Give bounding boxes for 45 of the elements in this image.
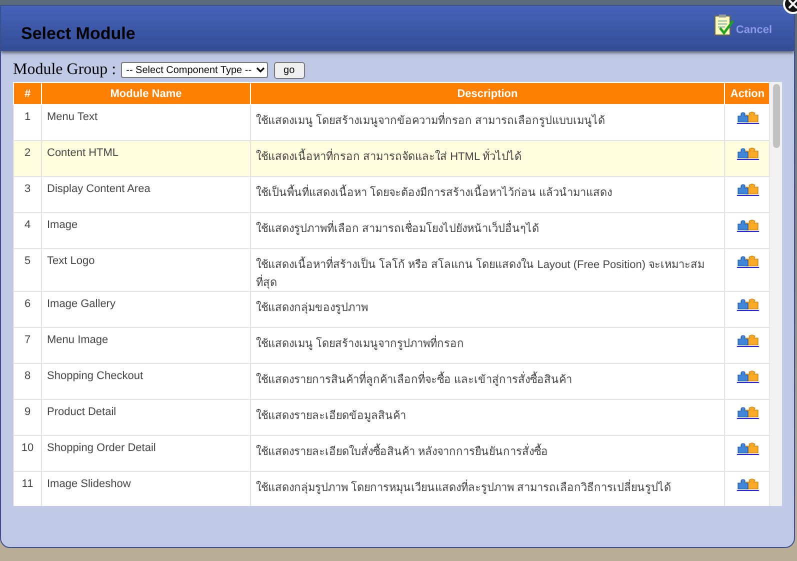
add-module-link[interactable] [736,255,758,268]
module-group-label: Module Group : [13,61,116,79]
add-module-link[interactable] [736,478,758,491]
table-row[interactable]: 11 Image Slideshow ใช้แสดงกลุ่มรูปภาพ โดยการหมุนเวียนแสดงที่ละรูปภาพ สามารถเลือกวิธีการเปลี่ยนรูปได้ [14,472,770,506]
table-row[interactable]: 10 Shopping Order Detail ใช้แสดงรายละเอียดใบสั่งซื้อสินค้า หลังจากการยืนยันการสั่งซื้อ [14,436,770,472]
highlighted-row[interactable]: 2 Content HTML ใช้แสดงเนื้อหาที่กรอก สามารถจัดและใส่ HTML ทั่วไปได้ [14,140,770,176]
scrollbar[interactable] [769,82,782,506]
column-header: Description [250,82,724,104]
table-row[interactable]: 6 Image Gallery ใช้แสดงกลุ่มของรูปภาพ [14,292,770,328]
add-module-link[interactable] [736,406,758,419]
table-row[interactable]: 8 Shopping Checkout ใช้แสดงรายการสินค้าที่ลูกค้าเลือกที่จะซื้อ และเข้าสู่การสั่งซื้อสินค้า [14,364,770,400]
table-row[interactable]: 1 Menu Text ใช้แสดงเมนู โดยสร้างเมนูจากข้อความที่กรอก สามารถเลือกรูปแบบเมนูได้ [14,104,770,140]
column-header: Action [724,82,770,104]
puzzle-piece-icon [736,406,758,418]
table-row[interactable]: 3 Display Content Area ใช้เป็นพื้นที่แสดงเนื้อหา โดยจะต้องมีการสร้างเนื้อหาไว้ก่อน แล้วนำมาแสดง [14,176,770,212]
puzzle-piece-icon [736,478,758,490]
puzzle-piece-icon [736,298,758,310]
row-number: 11 [14,472,42,506]
puzzle-piece-icon [736,255,758,267]
column-header: # [14,82,42,104]
table-row[interactable]: 9 Product Detail ใช้แสดงรายละเอียดข้อมูลสินค้า [14,400,770,436]
puzzle-piece-icon [736,183,758,195]
add-module-link[interactable] [736,298,758,311]
puzzle-piece-icon [736,370,758,382]
dialog-title: Select Module [21,24,136,44]
go-button[interactable]: go [274,62,305,78]
add-module-link[interactable] [736,147,758,160]
puzzle-piece-icon [736,334,758,346]
table-row[interactable]: 5 Text Logo ใช้แสดงเนื้อหาที่สร้างเป็น โลโก้ หรือ สโลแกน โดยแสดงใน Layout (Free Position) จะเหมาะสมที่สุด [14,248,770,292]
add-module-link[interactable] [736,442,758,455]
add-module-link[interactable] [736,219,758,232]
add-module-link[interactable] [736,334,758,347]
clipboard-check-icon [714,14,734,36]
puzzle-piece-icon [736,147,758,159]
puzzle-piece-icon [736,219,758,231]
puzzle-piece-icon [736,442,758,454]
column-header: Module Name [42,82,250,104]
add-module-link[interactable] [736,111,758,124]
puzzle-piece-icon [736,111,758,123]
component-type-select[interactable]: -- Select Component Type -- [121,62,268,78]
table-row[interactable]: 4 Image ใช้แสดงรูปภาพที่เลือก สามารถเชื่อมโยงไปยังหน้าเว็ปอื่นๆได้ [14,212,770,248]
table-row[interactable]: 7 Menu Image ใช้แสดงเมนู โดยสร้างเมนูจากรูปภาพที่กรอก [14,328,770,364]
add-module-link[interactable] [736,183,758,196]
chevron-down-icon [256,67,265,73]
add-module-link[interactable] [736,370,758,383]
